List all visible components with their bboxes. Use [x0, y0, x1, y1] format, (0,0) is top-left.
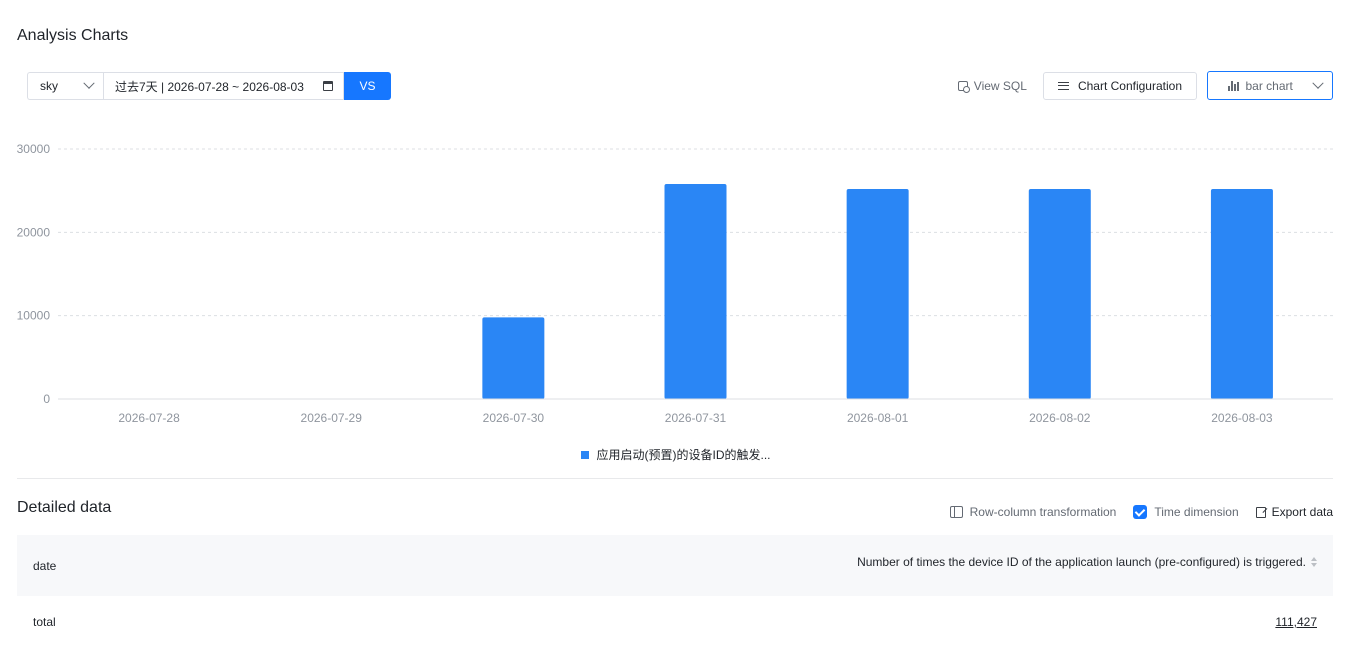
view-sql-label: View SQL: [973, 78, 1027, 93]
chart-type-label: bar chart: [1245, 78, 1293, 93]
section-divider: [17, 478, 1333, 479]
x-tick-label: 2026-08-02: [1029, 411, 1091, 425]
y-tick-label: 0: [43, 392, 50, 406]
export-icon: [1255, 506, 1266, 518]
filter-toolbar: sky 过去7天 | 2026-07-28 ~ 2026-08-03 VS: [27, 72, 391, 100]
bar[interactable]: [1210, 189, 1273, 399]
row-column-label: Row-column transformation: [969, 505, 1117, 519]
date-range-value: 过去7天 | 2026-07-28 ~ 2026-08-03: [115, 79, 304, 94]
chart-toolbar: View SQL Chart Configuration bar chart: [957, 71, 1333, 100]
bar-chart-icon: [1228, 80, 1239, 91]
bar[interactable]: [664, 184, 727, 399]
sql-search-icon: [957, 80, 970, 93]
time-dimension-checkbox[interactable]: Time dimension: [1133, 505, 1239, 519]
bar[interactable]: [846, 189, 909, 399]
legend-swatch: [580, 450, 589, 459]
x-tick-label: 2026-08-03: [1211, 411, 1273, 425]
transpose-icon: [949, 506, 963, 518]
sliders-icon: [1057, 81, 1069, 91]
y-tick-label: 30000: [17, 142, 51, 156]
column-header-date: date: [33, 558, 57, 573]
view-sql-button[interactable]: View SQL: [957, 78, 1027, 93]
bar[interactable]: [482, 317, 545, 399]
x-tick-label: 2026-07-28: [118, 411, 180, 425]
chart-legend: 应用启动(预置)的设备ID的触发...: [0, 446, 1351, 463]
checkbox-checked-icon: [1133, 505, 1148, 519]
chart-configuration-button[interactable]: Chart Configuration: [1042, 71, 1197, 100]
x-tick-label: 2026-07-31: [665, 411, 727, 425]
chart-configuration-label: Chart Configuration: [1077, 78, 1182, 93]
analysis-page: Analysis Charts sky 过去7天 | 2026-07-28 ~ …: [0, 0, 1351, 647]
bar[interactable]: [1028, 189, 1091, 399]
column-header-metric-label: Number of times the device ID of the app…: [857, 554, 1306, 569]
page-title: Analysis Charts: [17, 27, 129, 44]
column-header-metric[interactable]: Number of times the device ID of the app…: [857, 555, 1317, 569]
export-data-button[interactable]: Export data: [1255, 505, 1333, 519]
calendar-icon: [323, 81, 333, 91]
time-dimension-label: Time dimension: [1154, 505, 1239, 519]
chevron-down-icon: [1312, 77, 1324, 89]
project-select[interactable]: sky: [27, 72, 103, 100]
table-row: total 111,427: [17, 596, 1333, 647]
row-date: total: [33, 615, 56, 629]
date-range-picker[interactable]: 过去7天 | 2026-07-28 ~ 2026-08-03: [103, 72, 344, 100]
chart-type-select[interactable]: bar chart: [1207, 71, 1333, 100]
row-column-transform-button[interactable]: Row-column transformation: [949, 505, 1117, 519]
y-tick-label: 20000: [17, 225, 51, 239]
vs-button[interactable]: VS: [344, 72, 391, 100]
row-value[interactable]: 111,427: [1275, 615, 1317, 629]
bar-chart: 0 10000 20000 30000 2026-07-28 2026-07-29 2026…: [17, 142, 1333, 425]
chevron-down-icon: [83, 77, 95, 89]
x-tick-label: 2026-07-29: [301, 411, 363, 425]
sort-icon[interactable]: [1311, 556, 1317, 567]
y-tick-label: 10000: [17, 309, 51, 323]
detail-tools: Row-column transformation Time dimension…: [933, 505, 1333, 519]
x-tick-label: 2026-08-01: [847, 411, 909, 425]
project-select-value: sky: [40, 79, 58, 93]
detail-title: Detailed data: [17, 499, 112, 516]
table-header: date Number of times the device ID of th…: [17, 535, 1333, 596]
x-tick-label: 2026-07-30: [483, 411, 545, 425]
legend-label: 应用启动(预置)的设备ID的触发...: [596, 448, 771, 462]
legend-item[interactable]: 应用启动(预置)的设备ID的触发...: [580, 446, 771, 463]
export-label: Export data: [1271, 505, 1333, 519]
